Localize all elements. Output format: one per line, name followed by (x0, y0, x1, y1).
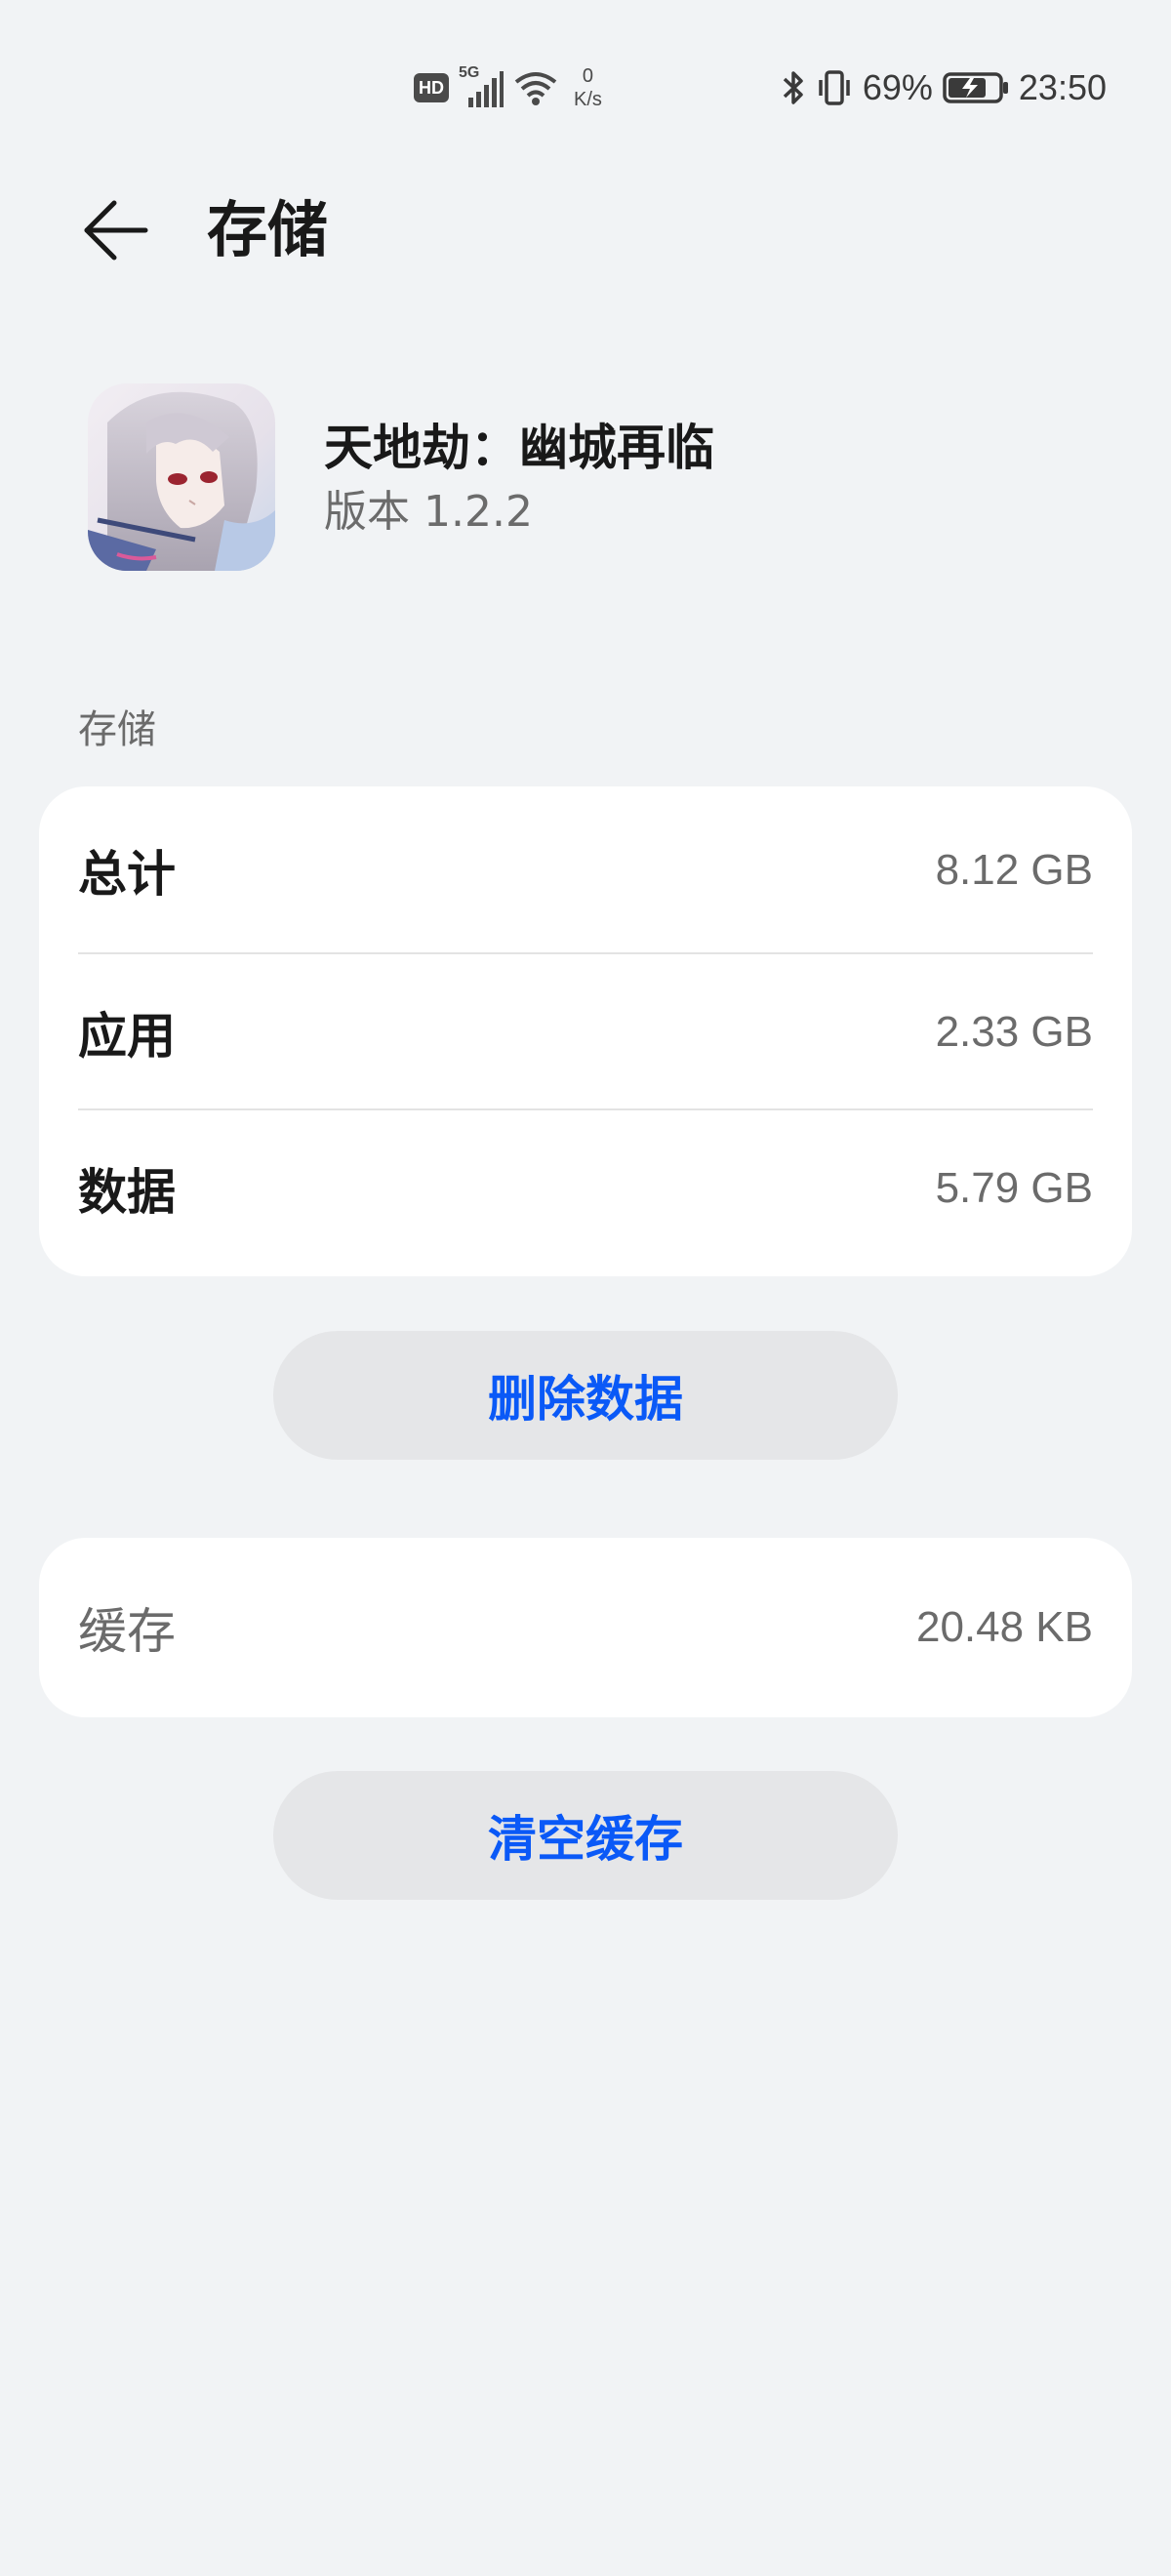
page-title: 存储 (207, 194, 329, 265)
battery-charging-icon (943, 72, 1008, 103)
cache-label: 缓存 (78, 1603, 176, 1660)
net-speed-value: 0 (582, 65, 594, 87)
storage-row-label: 数据 (78, 1164, 176, 1221)
storage-row-total: 总计 8.12 GB (78, 786, 1093, 954)
vibrate-icon (819, 70, 850, 105)
arrow-left-icon (84, 200, 148, 261)
app-info: 天地劫：幽城再临 版本 1.2.2 (0, 376, 1171, 571)
storage-card: 总计 8.12 GB 应用 2.33 GB 数据 5.79 GB (39, 786, 1132, 1276)
app-name: 天地劫：幽城再临 (324, 420, 714, 476)
hd-icon: HD (414, 73, 449, 102)
wifi-icon (514, 72, 557, 105)
storage-row-label: 总计 (78, 846, 176, 903)
storage-row-value: 2.33 GB (935, 1008, 1093, 1056)
app-icon (88, 383, 275, 571)
page-header: 存储 (0, 176, 1171, 283)
back-button[interactable] (74, 195, 156, 265)
storage-row-app: 应用 2.33 GB (78, 954, 1093, 1110)
storage-section-label: 存储 (78, 707, 156, 752)
cache-row: 缓存 20.48 KB (78, 1538, 1093, 1717)
net-speed-unit: K/s (574, 89, 602, 110)
cache-value: 20.48 KB (915, 1603, 1093, 1651)
status-bar-right: 69% 23:50 (781, 60, 1107, 115)
network-speed: 0 K/s (574, 64, 602, 111)
signal-5g-icon: 5G (459, 64, 504, 107)
clock: 23:50 (1018, 67, 1107, 107)
storage-row-label: 应用 (78, 1008, 176, 1065)
bluetooth-icon (783, 71, 803, 104)
cache-card: 缓存 20.48 KB (39, 1538, 1132, 1717)
delete-data-button[interactable]: 删除数据 (273, 1331, 898, 1460)
battery-percent: 69% (862, 67, 933, 107)
network-type-label: 5G (459, 64, 480, 81)
storage-row-value: 5.79 GB (935, 1164, 1093, 1212)
app-version: 版本 1.2.2 (324, 487, 533, 537)
clear-cache-button[interactable]: 清空缓存 (273, 1771, 898, 1900)
storage-row-data: 数据 5.79 GB (78, 1110, 1093, 1267)
status-bar: HD 5G 0 K/s 69% 23:50 (0, 0, 1171, 166)
storage-row-value: 8.12 GB (935, 846, 1093, 894)
app-icon-artwork (88, 383, 275, 571)
status-bar-left: HD 5G 0 K/s (414, 60, 602, 115)
hd-badge-text: HD (419, 77, 444, 98)
